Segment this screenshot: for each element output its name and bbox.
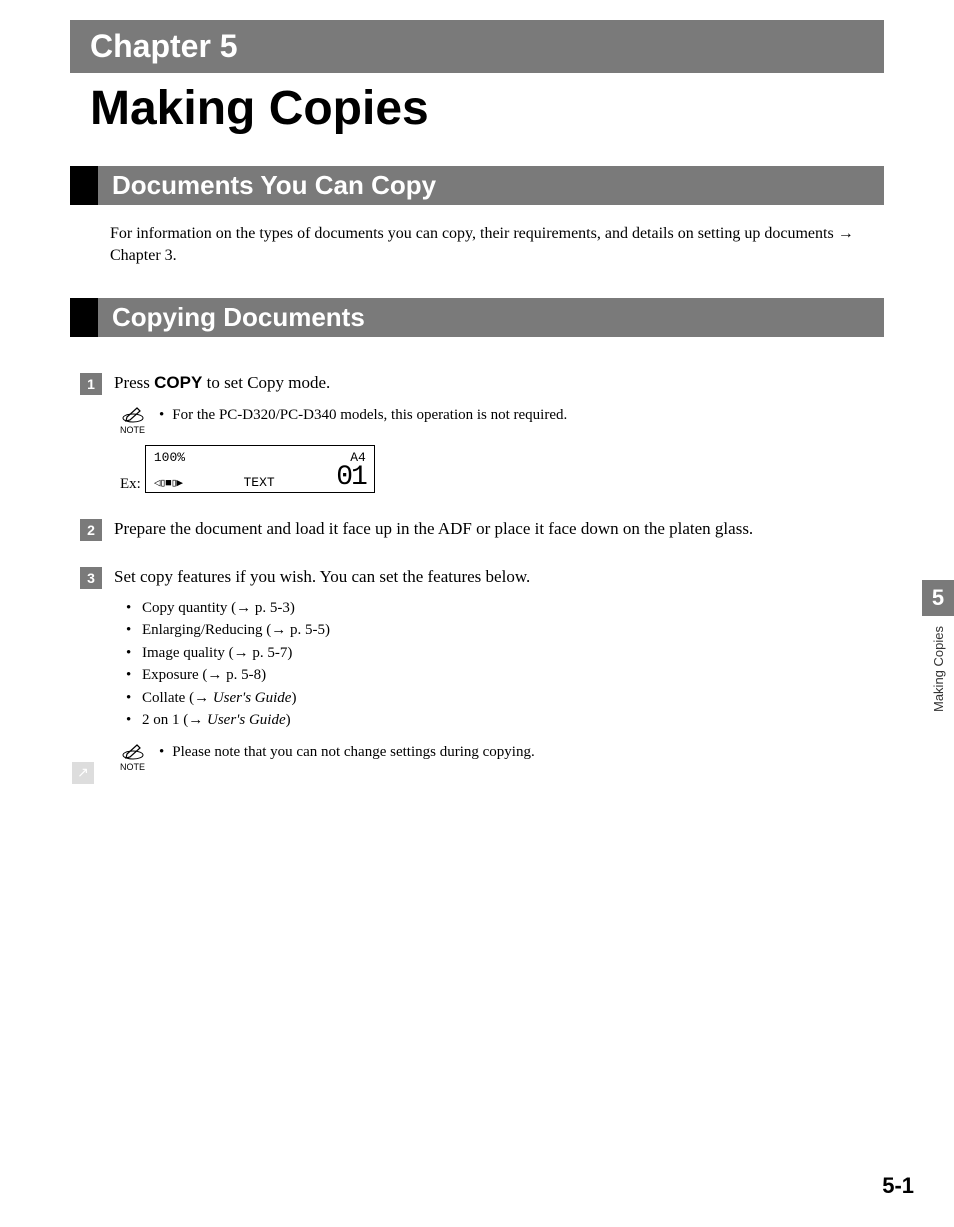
section-header-marker <box>70 166 98 205</box>
step-text: Prepare the document and load it face up… <box>114 517 884 541</box>
step-text: Set copy features if you wish. You can s… <box>114 565 884 589</box>
note-text: Please note that you can not change sett… <box>159 742 535 763</box>
note-content: For the PC-D320/PC-D340 models, this ope… <box>172 405 567 426</box>
lcd-display: 100% A4 ◁▯■▯▶ TEXT 01 <box>145 445 375 493</box>
list-item: Image quality (→ p. 5-7) <box>126 642 884 665</box>
step-text: Press COPY to set Copy mode. <box>114 371 884 395</box>
lcd-example: Ex: 100% A4 ◁▯■▯▶ TEXT 01 <box>120 445 884 493</box>
lcd-mode: TEXT <box>243 475 274 490</box>
step-badge: 3 <box>80 567 102 589</box>
section-title: Copying Documents <box>98 298 884 337</box>
list-item: 2 on 1 (→ User's Guide) <box>126 709 884 732</box>
list-item: Copy quantity (→ p. 5-3) <box>126 597 884 620</box>
step-text-bold: COPY <box>154 373 202 392</box>
chapter-title: Making Copies <box>70 81 884 136</box>
section-header-copying: Copying Documents <box>70 298 884 337</box>
list-item: Exposure (→ p. 5-8) <box>126 664 884 687</box>
page-number: 5-1 <box>882 1173 914 1199</box>
list-item: Collate (→ User's Guide) <box>126 687 884 710</box>
note-1: NOTE For the PC-D320/PC-D340 models, thi… <box>120 405 884 435</box>
chapter-banner: Chapter 5 <box>70 20 884 73</box>
step-3: 3 Set copy features if you wish. You can… <box>80 565 884 589</box>
lcd-density-icon: ◁▯■▯▶ <box>154 476 182 490</box>
lcd-count: 01 <box>336 465 366 490</box>
side-tab-number: 5 <box>922 580 954 616</box>
section-body: For information on the types of document… <box>110 223 884 268</box>
ex-label: Ex: <box>120 476 141 493</box>
step-2: 2 Prepare the document and load it face … <box>80 517 884 541</box>
side-tab: 5 Making Copies <box>922 580 954 712</box>
note-text: For the PC-D320/PC-D340 models, this ope… <box>159 405 567 426</box>
step-text-suffix: to set Copy mode. <box>202 373 330 392</box>
section-title: Documents You Can Copy <box>98 166 884 205</box>
step-badge: 2 <box>80 519 102 541</box>
note-content: Please note that you can not change sett… <box>172 742 534 763</box>
feature-list: Copy quantity (→ p. 5-3) Enlarging/Reduc… <box>126 597 884 732</box>
section-header-docs: Documents You Can Copy <box>70 166 884 205</box>
pencil-icon <box>121 405 145 423</box>
pencil-icon <box>121 742 145 760</box>
list-item: Enlarging/Reducing (→ p. 5-5) <box>126 619 884 642</box>
lcd-zoom: 100% <box>154 450 185 465</box>
note-2: NOTE Please note that you can not change… <box>120 742 884 772</box>
note-label: NOTE <box>120 762 145 772</box>
continue-arrow-icon: ↗ <box>72 762 94 784</box>
step-1: 1 Press COPY to set Copy mode. <box>80 371 884 395</box>
step-badge: 1 <box>80 373 102 395</box>
note-label: NOTE <box>120 425 145 435</box>
step-text-prefix: Press <box>114 373 154 392</box>
section-header-marker <box>70 298 98 337</box>
side-tab-text: Making Copies <box>931 626 946 712</box>
